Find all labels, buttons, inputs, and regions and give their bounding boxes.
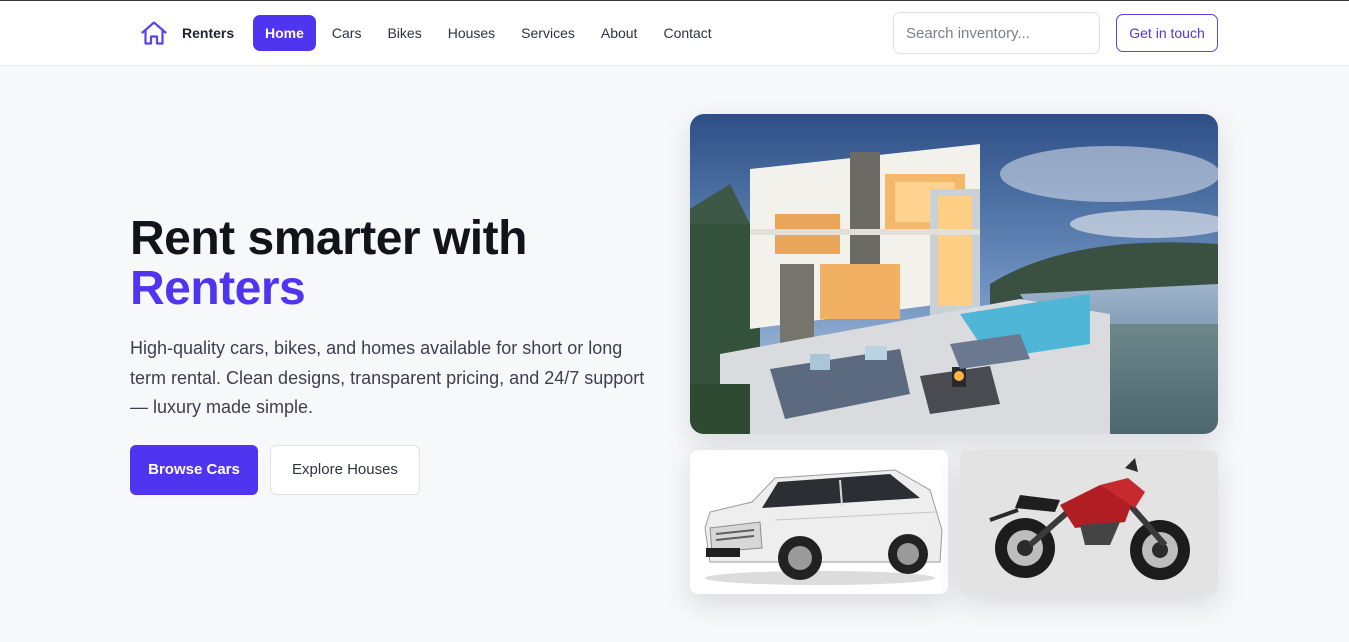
- brand-name: Renters: [182, 25, 235, 41]
- suv-image[interactable]: [690, 450, 948, 594]
- nav-houses[interactable]: Houses: [435, 15, 508, 51]
- get-in-touch-button[interactable]: Get in touch: [1116, 14, 1218, 52]
- nav-services[interactable]: Services: [508, 15, 588, 51]
- site-header: Renters Home Cars Bikes Houses Services …: [0, 1, 1349, 66]
- search-input[interactable]: [893, 12, 1100, 54]
- browse-cars-button[interactable]: Browse Cars: [130, 445, 258, 495]
- nav-cars[interactable]: Cars: [319, 15, 375, 51]
- suv-illustration: [690, 450, 948, 594]
- hero-title-line: Rent smarter with: [130, 212, 527, 265]
- nav-bikes[interactable]: Bikes: [374, 15, 434, 51]
- hero-subtitle: High-quality cars, bikes, and homes avai…: [130, 338, 645, 417]
- brand-link[interactable]: Renters: [140, 20, 234, 46]
- villa-image[interactable]: [690, 114, 1218, 434]
- hero-title-accent: Renters: [130, 262, 306, 315]
- nav-contact[interactable]: Contact: [650, 15, 724, 51]
- nav-home[interactable]: Home: [253, 15, 316, 51]
- explore-houses-button[interactable]: Explore Houses: [270, 445, 420, 495]
- motorcycle-illustration: [960, 450, 1218, 594]
- motorcycle-image[interactable]: [960, 450, 1218, 594]
- main-nav: Home Cars Bikes Houses Services About Co…: [253, 15, 725, 51]
- house-icon: [141, 21, 167, 45]
- villa-illustration: [690, 114, 1218, 434]
- nav-about[interactable]: About: [588, 15, 651, 51]
- hero-title: Rent smarter with Renters: [130, 214, 527, 314]
